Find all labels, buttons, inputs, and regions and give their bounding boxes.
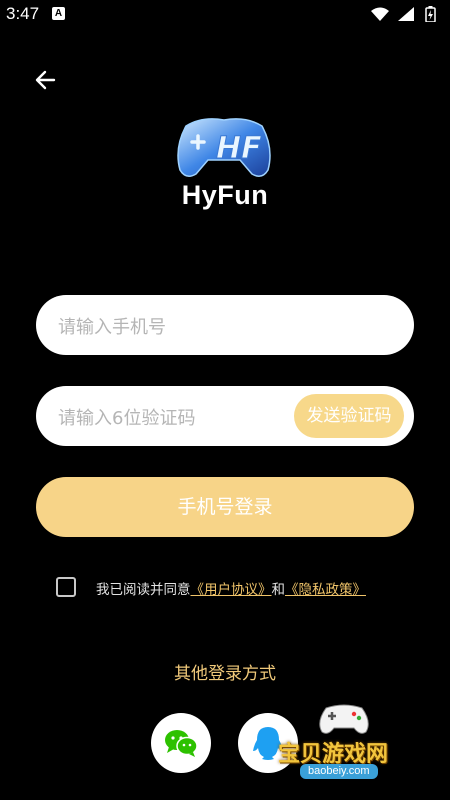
svg-text:HF: HF xyxy=(216,131,262,166)
code-input[interactable]: 请输入6位验证码 发送验证码 xyxy=(36,386,414,446)
wechat-login-button[interactable] xyxy=(151,713,211,773)
gamepad-icon xyxy=(319,704,369,734)
send-code-button[interactable]: 发送验证码 xyxy=(294,394,404,438)
signal-icon xyxy=(398,7,414,21)
phone-input[interactable]: 请输入手机号 xyxy=(36,295,414,355)
status-time: 3:47 xyxy=(6,4,40,23)
status-bar: 3:47 A xyxy=(0,0,450,28)
agreement-checkbox[interactable] xyxy=(56,577,76,597)
status-icons xyxy=(371,6,436,22)
watermark: 宝贝游戏网 baobeiy.com xyxy=(272,700,448,796)
user-agreement-link[interactable]: 《用户协议》 xyxy=(191,582,272,598)
code-placeholder: 请输入6位验证码 xyxy=(58,408,196,429)
wifi-icon xyxy=(371,7,389,21)
agreement-conjunction: 和 xyxy=(271,582,286,598)
app-name: HyFun xyxy=(181,180,269,210)
privacy-policy-link[interactable]: 《隐私政策》 xyxy=(285,582,366,598)
other-login-title: 其他登录方式 xyxy=(174,664,276,684)
back-arrow-icon[interactable] xyxy=(30,64,62,96)
wechat-icon xyxy=(165,730,198,757)
notification-icon: A xyxy=(52,7,65,20)
watermark-url: baobeiy.com xyxy=(300,764,378,779)
phone-login-button[interactable]: 手机号登录 xyxy=(36,477,414,537)
gamepad-hf-logo-icon: HF xyxy=(177,118,271,177)
battery-icon xyxy=(425,6,436,22)
phone-placeholder: 请输入手机号 xyxy=(58,317,166,338)
agreement-text: 我已阅读并同意《用户协议》和《隐私政策》 xyxy=(96,578,366,598)
agreement-prefix: 我已阅读并同意 xyxy=(96,582,191,598)
